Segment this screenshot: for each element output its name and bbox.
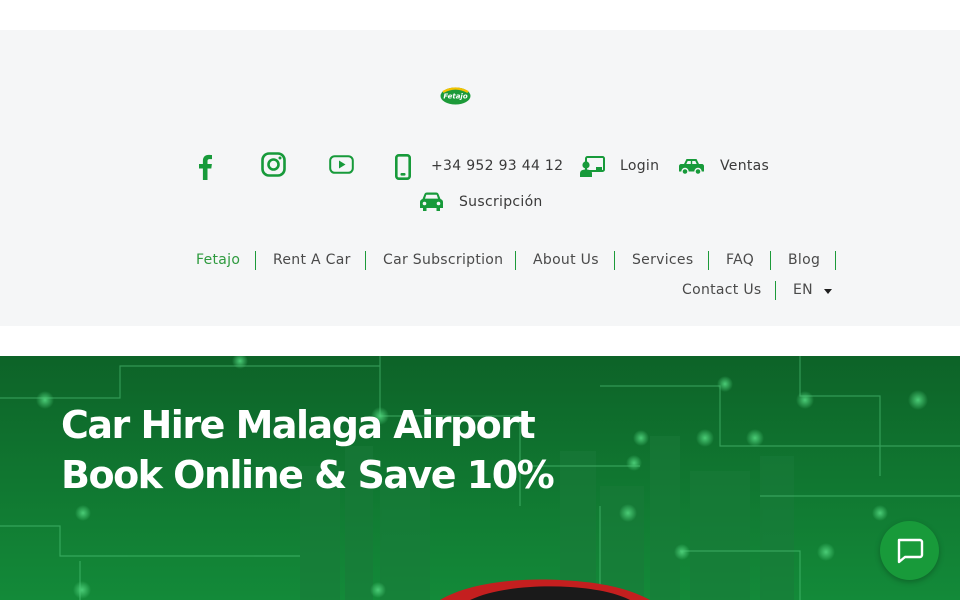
instagram-icon[interactable]: [261, 152, 286, 177]
mobile-phone-icon: [395, 154, 411, 180]
facebook-icon[interactable]: [196, 154, 214, 180]
fetajo-logo[interactable]: Fetajo: [440, 86, 471, 105]
login-link[interactable]: Login: [620, 158, 659, 174]
chat-icon: [897, 538, 924, 564]
chat-button[interactable]: [880, 521, 939, 580]
phone-number[interactable]: +34 952 93 44 12: [431, 158, 563, 174]
nav-car-subscription[interactable]: Car Subscription: [383, 252, 503, 268]
top-strip: [0, 0, 960, 30]
language-selector[interactable]: EN: [793, 282, 813, 298]
chevron-down-icon[interactable]: [824, 289, 832, 294]
nav-blog[interactable]: Blog: [788, 252, 820, 268]
nav-separator: [835, 251, 836, 270]
car-front-icon: [420, 192, 443, 211]
nav-separator: [255, 251, 256, 270]
suscripcion-link[interactable]: Suscripción: [459, 194, 543, 210]
hero-banner: Car Hire Malaga Airport Book Online & Sa…: [0, 356, 960, 600]
nav-faq[interactable]: FAQ: [726, 252, 754, 268]
car-icon: [679, 159, 704, 176]
ventas-link[interactable]: Ventas: [720, 158, 769, 174]
login-icon[interactable]: [580, 156, 605, 177]
nav-separator: [775, 281, 776, 300]
nav-separator: [515, 251, 516, 270]
hero-title-line-2: Book Online & Save 10%: [61, 453, 555, 497]
nav-about-us[interactable]: About Us: [533, 252, 599, 268]
nav-rent-a-car[interactable]: Rent A Car: [273, 252, 351, 268]
nav-separator: [770, 251, 771, 270]
site-header: Fetajo +34 952 93 44 12 Login Ventas Sus…: [0, 30, 960, 326]
nav-contact-us[interactable]: Contact Us: [682, 282, 761, 298]
nav-separator: [708, 251, 709, 270]
nav-fetajo[interactable]: Fetajo: [196, 252, 240, 268]
nav-separator: [365, 251, 366, 270]
hero-title-line-1: Car Hire Malaga Airport: [61, 403, 536, 447]
nav-separator: [614, 251, 615, 270]
hero-title: Car Hire Malaga Airport Book Online & Sa…: [61, 400, 555, 500]
youtube-icon[interactable]: [329, 155, 354, 174]
logo-text: Fetajo: [443, 93, 467, 101]
nav-services[interactable]: Services: [632, 252, 693, 268]
